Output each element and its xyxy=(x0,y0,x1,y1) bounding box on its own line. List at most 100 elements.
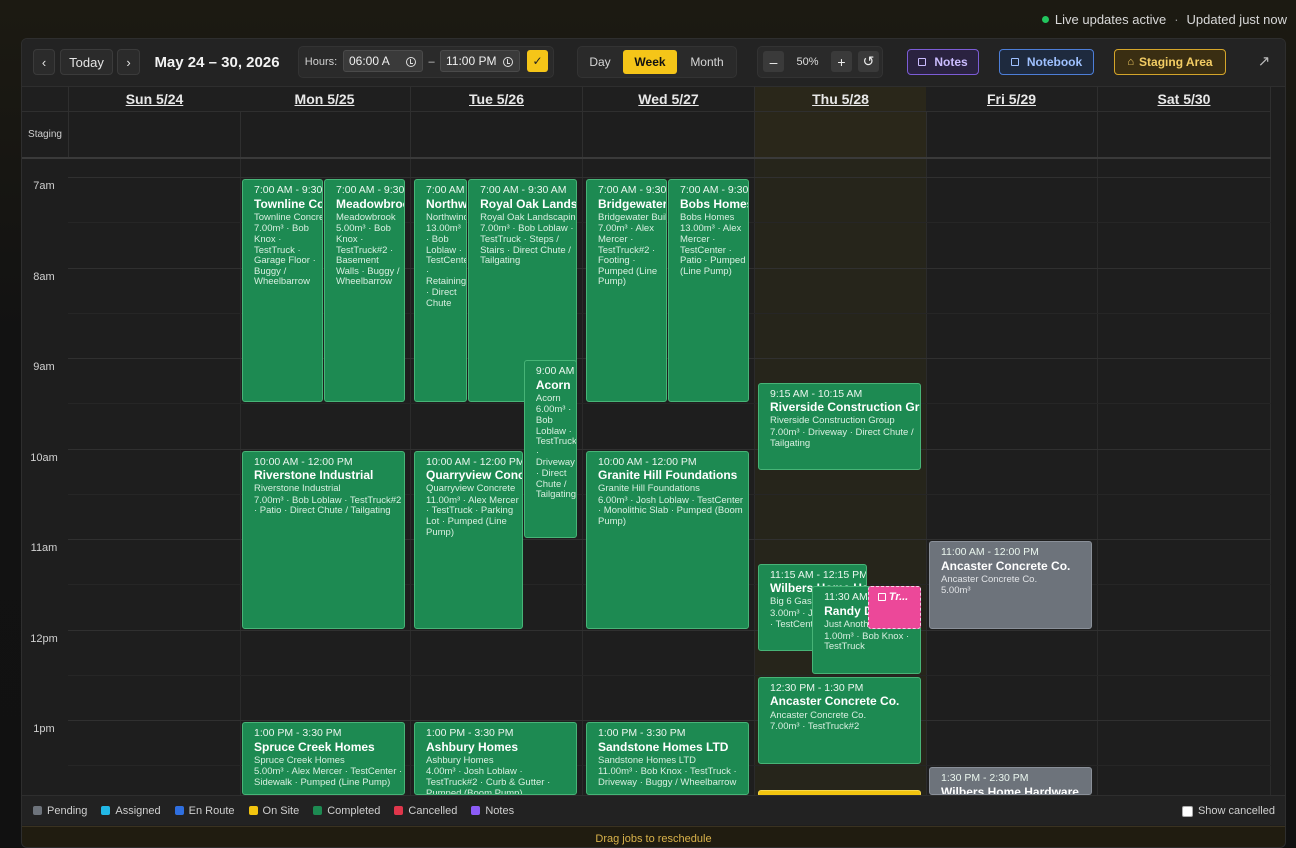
legend-item: Completed xyxy=(313,805,380,817)
hours-end-value: 11:00 PM xyxy=(446,54,497,68)
staging-cell[interactable] xyxy=(926,111,1098,157)
job-details: 7.00m³ · Bob Loblaw · TestTruck#2 · Pati… xyxy=(254,494,402,517)
hours-label: Hours: xyxy=(304,56,338,68)
day-header[interactable]: Thu 5/28 xyxy=(755,87,927,111)
day-header[interactable]: Mon 5/25 xyxy=(239,87,411,111)
show-cancelled-toggle[interactable]: Show cancelled xyxy=(1181,805,1275,817)
job-card[interactable]: 7:00 AM - 9:30 AMBridgewater BuildersBri… xyxy=(586,179,667,403)
notebook-button[interactable]: Notebook xyxy=(999,49,1094,75)
job-card[interactable]: 1:00 PM - 3:30 PM Ashbury Homes Ashbury Ho… xyxy=(414,722,577,795)
note-card[interactable]: Tr... xyxy=(867,586,921,629)
staging-cell[interactable] xyxy=(411,111,583,157)
job-card[interactable]: 7:00 AM - 9:30 AMMeadowbrookMeadowbrook5… xyxy=(324,179,405,403)
time-label: 8am xyxy=(33,270,55,283)
job-details: 6.00m³ · Josh Loblaw · TestCenter · Mono… xyxy=(598,494,744,528)
view-day-button[interactable]: Day xyxy=(582,50,618,74)
legend-swatch xyxy=(174,806,184,815)
notes-button[interactable]: Notes xyxy=(907,49,979,75)
day-column[interactable] xyxy=(926,159,1098,795)
job-card[interactable]: 11:00 AM - 12:00 PM Ancaster Concrete Co.… xyxy=(929,541,1092,629)
day-header[interactable]: Fri 5/29 xyxy=(926,87,1098,111)
job-title: Granite Hill Foundations xyxy=(598,468,738,483)
staging-area-button[interactable]: ⌂ Staging Area xyxy=(1114,49,1226,75)
time-label: 7am xyxy=(33,180,55,193)
hours-start-input[interactable]: 06:00 A xyxy=(343,50,423,72)
staging-cell[interactable] xyxy=(583,111,755,157)
view-week-button[interactable]: Week xyxy=(623,50,677,74)
job-company: Quarryview Concrete xyxy=(426,483,516,495)
hour-line xyxy=(68,720,1271,722)
apply-hours-button[interactable]: ✓ xyxy=(527,50,548,72)
today-button[interactable]: Today xyxy=(60,49,113,75)
job-company: Sandstone Homes LTD xyxy=(598,754,697,766)
job-card[interactable]: 10:00 AM - 12:00 PM Granite Hill Foundati… xyxy=(586,450,749,629)
day-column[interactable] xyxy=(69,159,241,795)
job-card[interactable]: 7:00 AM - 9:30 AMBobs HomesBobs Homes13.… xyxy=(668,179,749,403)
day-header[interactable]: Tue 5/26 xyxy=(411,87,583,111)
job-card[interactable]: 1:30 PM - 2:30 PMWilbers Home HardwareWi… xyxy=(929,767,1092,795)
next-week-button[interactable]: › xyxy=(117,49,140,75)
legend-swatch xyxy=(471,806,481,815)
day-header[interactable]: Sun 5/24 xyxy=(69,87,241,111)
job-company: Spruce Creek Homes xyxy=(254,754,345,766)
job-details: 7.00m³ · Bob Loblaw · TestTruck · Steps … xyxy=(480,223,574,267)
legend-label: En Route xyxy=(188,804,235,817)
job-card[interactable]: 10:00 AM - 12:00 PMQuarryview ConcreteQu… xyxy=(414,450,523,629)
day-column[interactable] xyxy=(1098,159,1271,795)
job-title: Quarryview Concrete xyxy=(426,468,523,483)
corner-cell xyxy=(22,87,69,111)
job-details: 7.00m³ · TestTruck#2 xyxy=(770,721,860,733)
job-details: 6.00m³ · Bob Loblaw · TestTruck · Drivew… xyxy=(535,404,577,501)
hours-end-input[interactable]: 11:00 PM xyxy=(440,50,520,72)
zoom-reset-button[interactable]: ↺ xyxy=(858,51,879,72)
legend-item: Assigned xyxy=(101,805,161,817)
show-cancelled-checkbox[interactable] xyxy=(1181,805,1193,817)
job-card[interactable]: 1:00 PM - 3:30 PM Spruce Creek Homes Spruc… xyxy=(242,722,405,795)
staging-cell[interactable] xyxy=(239,111,411,157)
toolbar: ‹ Today › May 24 – 30, 2026 Hours: 06:00… xyxy=(22,39,1285,87)
prev-week-button[interactable]: ‹ xyxy=(33,49,55,75)
staging-cell[interactable] xyxy=(69,111,241,157)
day-header[interactable]: Sat 5/30 xyxy=(1098,87,1271,111)
day-header[interactable]: Wed 5/27 xyxy=(583,87,755,111)
external-link-icon[interactable]: ↗ xyxy=(1254,51,1274,71)
show-cancelled-label: Show cancelled xyxy=(1197,805,1275,817)
legend-item: En Route xyxy=(174,804,235,817)
job-title: Riverstone Industrial xyxy=(254,468,374,483)
job-card[interactable]: 7:00 AM - 9:30 AMTownline ConcreteTownli… xyxy=(242,179,323,403)
job-company: Royal Oak Landscaping xyxy=(480,211,577,223)
job-company: Ashbury Homes xyxy=(426,754,494,766)
job-company: Acorn xyxy=(535,392,561,404)
zoom-in-button[interactable]: + xyxy=(831,51,852,72)
job-title: Royal Oak Landscaping xyxy=(480,196,577,211)
zoom-out-button[interactable]: – xyxy=(763,51,784,72)
job-company: Townline Concrete xyxy=(254,211,322,223)
legend-swatch xyxy=(313,806,323,815)
note-icon xyxy=(918,58,927,66)
job-card[interactable]: 10:00 AM - 12:00 PM Riverstone Industrial… xyxy=(242,450,405,629)
job-company: Meadowbrook xyxy=(336,211,396,223)
staging-cell[interactable] xyxy=(1098,111,1271,157)
job-card[interactable]: 1:00 PM - 3:30 PM Sandstone Homes LTD Sand… xyxy=(586,722,749,795)
job-time: 11:00 AM - 12:00 PM xyxy=(941,546,1039,559)
notes-label: Notes xyxy=(934,55,968,69)
job-card[interactable]: 9:00 AM Acorn Acorn 6.00m³ · Bob Loblaw · T… xyxy=(523,360,577,539)
job-time: 10:00 AM - 12:00 PM xyxy=(426,455,523,468)
job-time: 10:00 AM - 12:00 PM xyxy=(254,455,353,468)
half-hour-line xyxy=(68,403,1271,405)
job-title: Sandstone Homes LTD xyxy=(598,739,729,754)
time-label: 12pm xyxy=(30,632,58,645)
job-card[interactable]: 7:00 AM - 9:30 AMNorthwindNorthwind13.00… xyxy=(414,179,468,403)
job-time: 7:00 AM - 9:30 AM xyxy=(480,184,567,197)
job-details: 11.00m³ · Bob Knox · TestTruck · Drivewa… xyxy=(598,766,737,788)
hours-start-value: 06:00 A xyxy=(349,54,390,68)
job-card[interactable]: 9:15 AM - 10:15 AM Riverside Construction… xyxy=(758,382,921,471)
live-indicator-icon xyxy=(1041,16,1049,23)
legend-label: Cancelled xyxy=(408,804,458,817)
job-card[interactable]: 12:30 PM - 1:30 PM Ancaster Concrete Co. A… xyxy=(758,676,921,765)
job-time: 7:00 AM - 9:30 AM xyxy=(254,184,323,197)
view-month-button[interactable]: Month xyxy=(682,50,732,74)
staging-cell[interactable] xyxy=(755,111,927,157)
legend-label: On Site xyxy=(262,804,300,817)
time-label: 10am xyxy=(30,451,58,464)
